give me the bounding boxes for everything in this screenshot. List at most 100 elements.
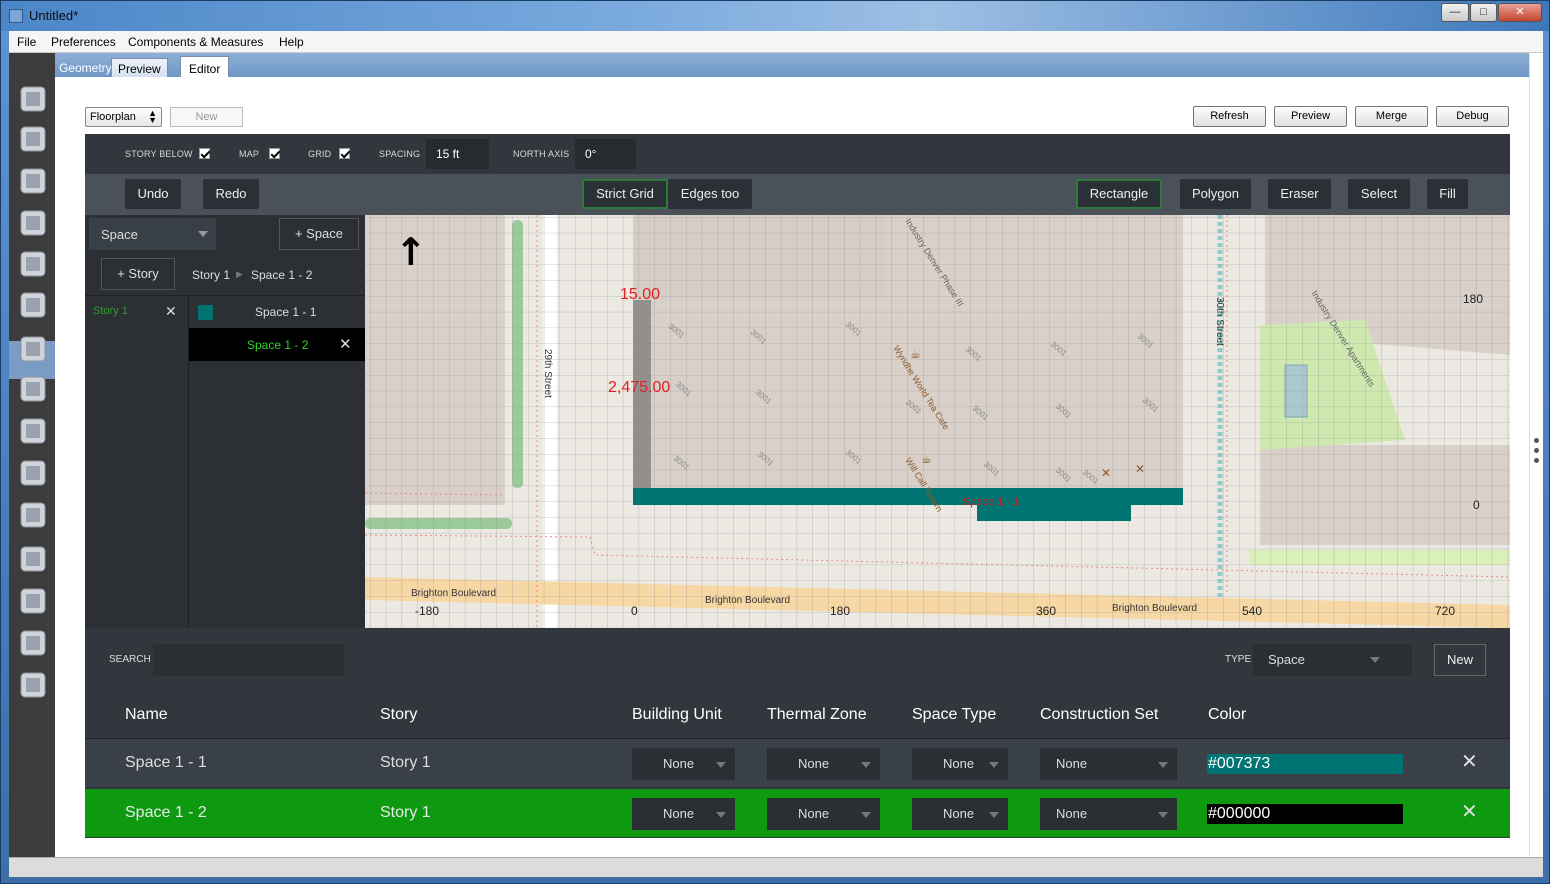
col-header-color: Color <box>1208 706 1247 723</box>
space-list-item[interactable]: Space 1 - 1 <box>255 305 316 319</box>
restaurant-icon: ✕ <box>1101 466 1111 480</box>
space-types-icon[interactable] <box>16 246 50 282</box>
tab-geometry-label: Geometry <box>59 61 112 75</box>
debug-button[interactable]: Debug <box>1436 106 1509 127</box>
menu-file[interactable]: File <box>17 35 36 49</box>
redo-button[interactable]: Redo <box>203 179 259 209</box>
add-space-button[interactable]: + Space <box>279 218 359 250</box>
x-ruler-label: 360 <box>1036 604 1056 618</box>
floorplan-canvas[interactable]: ☕ ☕ ✕ ✕ ↑ 29th Street 30th Street Bright… <box>365 215 1510 628</box>
fill-tool-button[interactable]: Fill <box>1427 179 1468 209</box>
construction-set-select[interactable]: None <box>1040 798 1177 830</box>
x-ruler-label: 540 <box>1242 604 1262 618</box>
chevron-down-icon <box>861 762 871 768</box>
chevron-down-icon <box>198 231 208 237</box>
space-type-select[interactable]: None <box>912 748 1008 780</box>
color-input[interactable]: #007373 <box>1207 754 1403 774</box>
minimize-button[interactable]: — <box>1441 3 1469 22</box>
chevron-down-icon <box>989 762 999 768</box>
thermal-zone-select[interactable]: None <box>767 798 880 830</box>
schedules-icon[interactable] <box>16 121 50 157</box>
polygon-tool-button[interactable]: Polygon <box>1180 179 1251 209</box>
delete-row-icon[interactable]: ✕ <box>1461 749 1478 774</box>
type-select[interactable]: Space <box>1253 644 1412 676</box>
search-label: SEARCH <box>109 654 151 665</box>
grid-checkbox[interactable] <box>339 148 350 159</box>
loads-icon[interactable] <box>16 205 50 241</box>
variables-icon[interactable] <box>16 497 50 533</box>
maximize-button[interactable]: □ <box>1470 3 1497 22</box>
select-tool-button[interactable]: Select <box>1348 179 1410 209</box>
map-svg[interactable]: ☕ ☕ ✕ ✕ ↑ 29th Street 30th Street Bright… <box>365 215 1510 628</box>
y-ruler-label: 0 <box>1473 498 1480 512</box>
space-list-item-label: Space 1 - 2 <box>247 338 309 352</box>
story-list-item[interactable]: Story 1 <box>93 305 128 317</box>
remove-story-icon[interactable]: ✕ <box>165 303 177 320</box>
table-row-selected[interactable]: Space 1 - 2 Story 1 None None None None … <box>85 789 1510 837</box>
select-value: None <box>943 806 975 821</box>
close-button[interactable]: ✕ <box>1498 3 1542 22</box>
menu-help[interactable]: Help <box>279 35 304 49</box>
story-below-label: STORY BELOW <box>125 149 193 159</box>
add-story-button[interactable]: + Story <box>101 258 175 290</box>
left-toolbar <box>9 53 55 857</box>
app-icon <box>9 9 23 23</box>
spinner-icon: ▲ ▼ <box>148 108 157 125</box>
site-icon[interactable] <box>16 81 50 117</box>
simulation-icon[interactable] <box>16 583 50 619</box>
undo-button[interactable]: Undo <box>125 179 181 209</box>
geometry-icon[interactable] <box>16 287 50 323</box>
map-checkbox[interactable] <box>269 148 280 159</box>
constructions-icon[interactable] <box>16 163 50 199</box>
right-scroll-gutter[interactable] <box>1529 53 1543 857</box>
space-1-1-polygon[interactable] <box>633 488 1183 505</box>
measures-icon[interactable] <box>16 541 50 577</box>
chevron-down-icon <box>1370 657 1380 663</box>
refresh-button[interactable]: Refresh <box>1193 106 1266 127</box>
merge-button[interactable]: Merge <box>1355 106 1428 127</box>
preview-button[interactable]: Preview <box>1274 106 1347 127</box>
status-bar <box>9 857 1543 877</box>
row-name[interactable]: Space 1 - 2 <box>125 804 207 822</box>
select-value: None <box>663 806 695 821</box>
thermal-zone-select[interactable]: None <box>767 748 880 780</box>
remove-space-icon[interactable]: ✕ <box>339 335 352 353</box>
eraser-tool-button[interactable]: Eraser <box>1268 179 1331 209</box>
space-list-item-selected[interactable]: Space 1 - 2 ✕ <box>189 328 365 361</box>
search-input[interactable] <box>153 644 344 676</box>
spacing-input[interactable]: 15 ft <box>426 139 489 169</box>
col-header-name: Name <box>125 706 168 723</box>
results-icon[interactable] <box>16 667 50 703</box>
north-axis-input[interactable]: 0° <box>575 139 636 169</box>
space-type-select[interactable]: None <box>912 798 1008 830</box>
tab-preview[interactable]: Preview <box>111 58 168 77</box>
spaces-grid-panel: SEARCH TYPE Space New Name Story Buildin… <box>85 628 1510 838</box>
menu-preferences[interactable]: Preferences <box>51 35 116 49</box>
new-space-button[interactable]: New <box>1434 644 1486 676</box>
hvac-icon[interactable] <box>16 455 50 491</box>
select-value: None <box>943 756 975 771</box>
row-name[interactable]: Space 1 - 1 <box>125 754 207 772</box>
object-type-select[interactable]: Space <box>89 218 216 250</box>
construction-set-select[interactable]: None <box>1040 748 1177 780</box>
rectangle-tool-button[interactable]: Rectangle <box>1076 179 1162 209</box>
strict-grid-toggle[interactable]: Strict Grid <box>582 179 668 209</box>
mode-select[interactable]: Floorplan ▲ ▼ <box>85 107 162 127</box>
table-row[interactable]: Space 1 - 1 Story 1 None None None None … <box>85 739 1510 787</box>
delete-row-icon[interactable]: ✕ <box>1461 799 1478 824</box>
color-input[interactable]: #000000 <box>1207 804 1403 824</box>
spaces-icon[interactable] <box>16 371 50 407</box>
building-unit-select[interactable]: None <box>632 798 735 830</box>
col-header-construction-set: Construction Set <box>1040 706 1159 723</box>
menu-components-measures[interactable]: Components & Measures <box>128 35 263 49</box>
building-unit-select[interactable]: None <box>632 748 735 780</box>
splitter-handle-icon[interactable] <box>1534 438 1540 468</box>
tab-editor[interactable]: Editor <box>180 56 230 77</box>
divider <box>85 295 365 296</box>
edges-too-toggle[interactable]: Edges too <box>668 179 752 209</box>
thermal-zones-icon[interactable] <box>16 413 50 449</box>
story-below-checkbox[interactable] <box>199 148 210 159</box>
new-floorplan-button[interactable]: New <box>170 107 243 127</box>
facility-icon[interactable] <box>16 331 50 367</box>
run-icon[interactable] <box>16 625 50 661</box>
